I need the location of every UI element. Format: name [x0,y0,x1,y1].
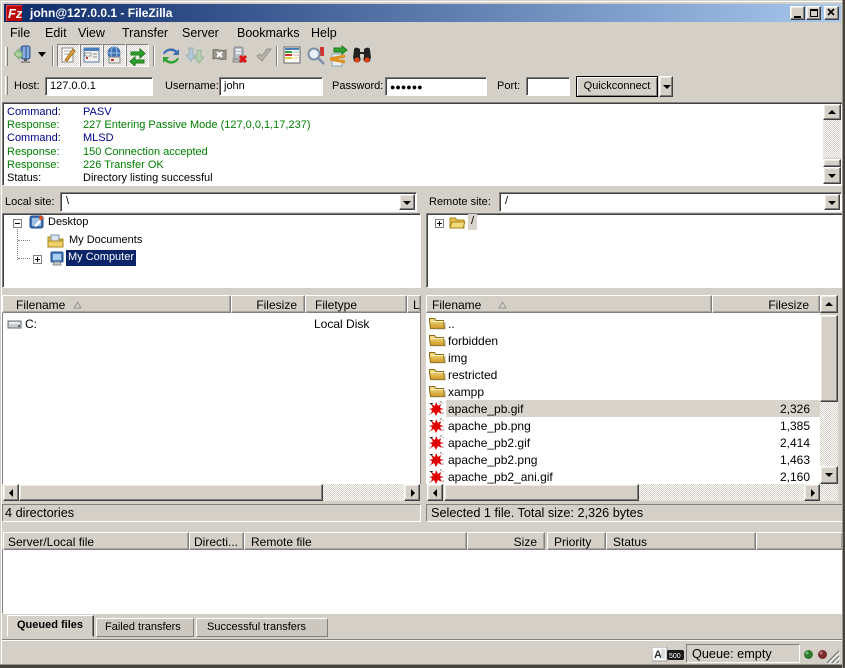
svg-text:500: 500 [669,653,681,660]
svg-text:A: A [654,649,662,661]
svg-text:Fz: Fz [8,6,22,21]
